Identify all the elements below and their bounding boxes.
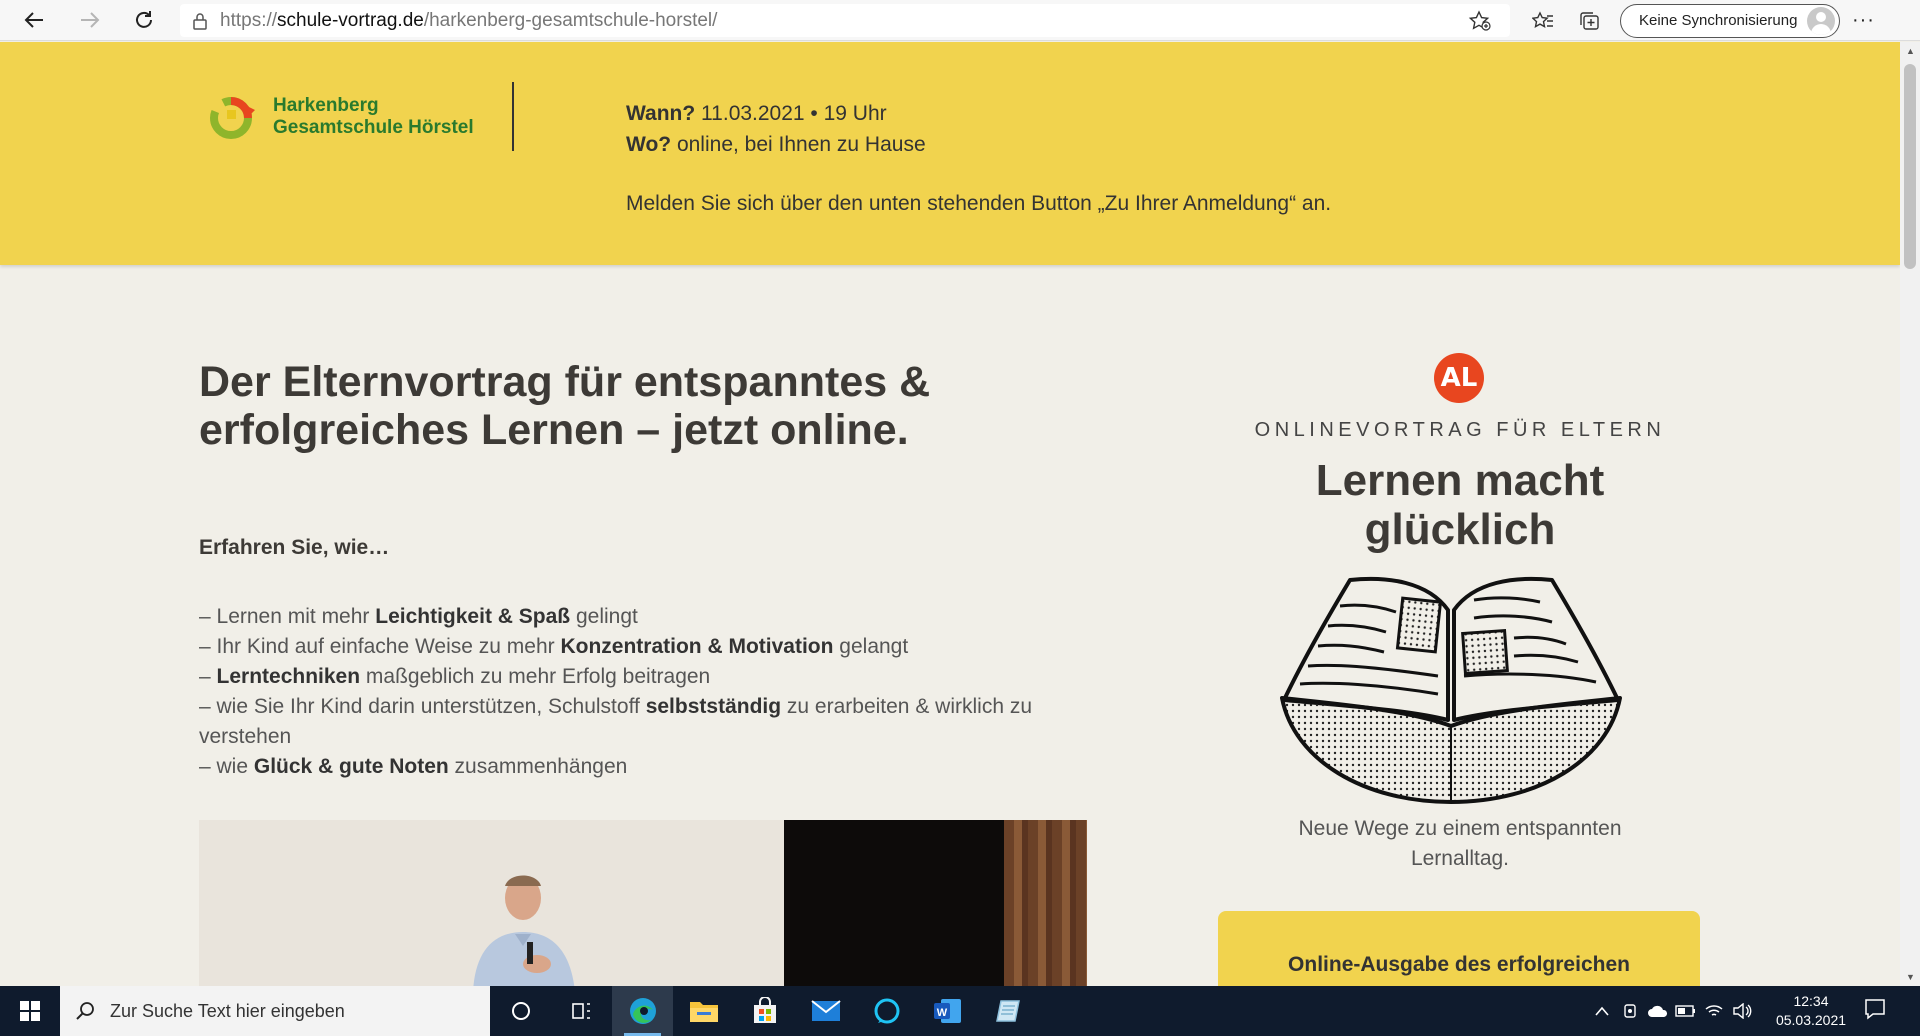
list-item: – Lerntechniken maßgeblich zu mehr Erfol…: [199, 665, 711, 688]
task-view-button[interactable]: [551, 986, 612, 1036]
event-header: Harkenberg Gesamtschule Hörstel Wann? 11…: [0, 42, 1900, 265]
folder-icon: [689, 1002, 718, 1022]
event-when: Wann? 11.03.2021 • 19 Uhr: [626, 98, 1331, 129]
add-favorite-icon[interactable]: [1468, 10, 1492, 38]
talk-title-line2: glücklich: [1364, 505, 1556, 554]
scrollbar-thumb[interactable]: [1904, 64, 1916, 269]
taskbar-notes[interactable]: [978, 986, 1039, 1036]
tagline-line2: Lernalltag.: [1410, 847, 1510, 870]
word-letter: W: [936, 1007, 947, 1019]
taskbar-search-box[interactable]: Zur Suche Text hier eingeben: [60, 986, 490, 1036]
headline-line1: Der Elternvortrag für entspanntes &: [199, 358, 931, 406]
collections-icon[interactable]: [1566, 3, 1612, 39]
forward-button[interactable]: [72, 2, 108, 38]
photo-curtain: [1004, 820, 1087, 986]
cortana-button[interactable]: [490, 986, 551, 1036]
taskbar-mail[interactable]: [795, 986, 856, 1036]
windows-taskbar: Zur Suche Text hier eingeben W 12:34 05.…: [0, 986, 1920, 1036]
intro-text: Erfahren Sie, wie…: [199, 536, 390, 559]
school-logo[interactable]: Harkenberg Gesamtschule Hörstel: [207, 92, 474, 142]
taskbar-store[interactable]: [734, 986, 795, 1036]
when-label: Wann?: [626, 102, 696, 125]
taskbar-alexa[interactable]: [856, 986, 917, 1036]
clock-date: 05.03.2021: [1775, 1012, 1847, 1028]
search-icon: [60, 1001, 110, 1021]
school-emblem-icon: [210, 97, 255, 139]
al-brand-logo: AL: [1434, 353, 1484, 403]
battery-icon[interactable]: [1672, 1005, 1700, 1017]
system-tray: [1588, 986, 1756, 1036]
photo-stage-background: [784, 820, 1004, 986]
clock-time: 12:34: [1793, 993, 1829, 1009]
open-book-icon: [1280, 576, 1622, 804]
talk-kicker: ONLINEVORTRAG FÜR ELTERN: [1254, 419, 1666, 441]
action-center-icon[interactable]: [1864, 998, 1886, 1025]
taskbar-file-explorer[interactable]: [673, 986, 734, 1036]
event-where: Wo? online, bei Ihnen zu Hause: [626, 129, 1331, 160]
list-item: – Lernen mit mehr Leichtigkeit & Spaß ge…: [199, 605, 638, 628]
refresh-button[interactable]: [126, 2, 162, 38]
windows-logo-icon: [20, 1001, 40, 1021]
url-prefix: https://: [220, 9, 278, 31]
address-bar[interactable]: https://schule-vortrag.de/harkenberg-ges…: [180, 4, 1510, 37]
talk-tagline: Neue Wege zu einem entspannten Lernallta…: [1218, 814, 1702, 874]
notepad-icon: [995, 1000, 1020, 1022]
back-button[interactable]: [16, 2, 52, 38]
where-value: online, bei Ihnen zu Hause: [671, 133, 926, 156]
onedrive-cloud-icon[interactable]: [1644, 1004, 1672, 1018]
back-arrow-icon: [24, 12, 43, 28]
page-scrollbar[interactable]: ▲ ▼: [1900, 42, 1920, 986]
list-item: – wie Sie Ihr Kind darin unterstützen, S…: [199, 695, 1033, 748]
start-button[interactable]: [0, 986, 60, 1036]
headline-line2: erfolgreiches Lernen – jetzt online.: [199, 406, 909, 454]
when-value: 11.03.2021 • 19 Uhr: [695, 102, 887, 125]
cta-heading: Online-Ausgabe des erfolgreichen: [1288, 953, 1630, 976]
wifi-icon[interactable]: [1700, 1003, 1728, 1019]
lock-icon: [180, 12, 220, 30]
chevron-up-icon[interactable]: [1588, 1006, 1616, 1016]
word-icon: W: [933, 999, 961, 1023]
mail-icon: [810, 1000, 841, 1021]
speaker-figure: [473, 875, 575, 986]
sync-label: Keine Synchronisierung: [1639, 12, 1798, 29]
school-name-line1: Harkenberg: [273, 95, 379, 116]
task-view-icon: [571, 1003, 590, 1019]
header-divider: [512, 82, 514, 151]
meet-now-icon[interactable]: [1616, 1003, 1644, 1019]
page-headline: Der Elternvortrag für entspanntes & erfo…: [199, 358, 1019, 454]
speaker-photo: [199, 820, 1087, 986]
refresh-icon: [136, 11, 152, 28]
volume-icon[interactable]: [1728, 1003, 1756, 1019]
where-label: Wo?: [626, 133, 672, 156]
registration-cta-box[interactable]: Online-Ausgabe des erfolgreichen: [1218, 911, 1700, 986]
alexa-icon: [874, 998, 899, 1024]
scroll-up-icon[interactable]: ▲: [1906, 46, 1915, 56]
talk-title-line1: Lernen macht: [1315, 456, 1605, 505]
url-path: /harkenberg-gesamtschule-horstel/: [423, 9, 718, 31]
main-content: Der Elternvortrag für entspanntes & erfo…: [0, 266, 1900, 986]
url-host: schule-vortrag.de: [277, 9, 424, 31]
sync-profile-button[interactable]: Keine Synchronisierung: [1620, 3, 1841, 38]
talk-title: Lernen macht glücklich: [1218, 456, 1702, 554]
tagline-line1: Neue Wege zu einem entspannten: [1298, 817, 1622, 840]
list-item: – Ihr Kind auf einfache Weise zu mehr Ko…: [199, 635, 909, 658]
taskbar-edge[interactable]: [612, 986, 673, 1036]
taskbar-word[interactable]: W: [917, 986, 978, 1036]
search-placeholder: Zur Suche Text hier eingeben: [110, 1000, 345, 1021]
store-bag-icon: [753, 997, 776, 1023]
cortana-icon: [511, 1002, 530, 1020]
register-hint: Melden Sie sich über den unten stehenden…: [626, 192, 1332, 215]
school-name-line2: Gesamtschule Hörstel: [273, 117, 474, 138]
favorites-icon[interactable]: [1520, 3, 1566, 39]
browser-toolbar: https://schule-vortrag.de/harkenberg-ges…: [0, 0, 1920, 41]
benefit-list: – Lernen mit mehr Leichtigkeit & Spaß ge…: [199, 602, 1089, 782]
event-info: Wann? 11.03.2021 • 19 Uhr Wo? online, be…: [626, 98, 1331, 219]
scroll-down-icon[interactable]: ▼: [1906, 972, 1915, 982]
forward-arrow-icon: [81, 12, 100, 28]
taskbar-clock[interactable]: 12:34 05.03.2021: [1766, 992, 1856, 1030]
avatar: [1807, 6, 1836, 35]
edge-browser-icon: [629, 998, 656, 1024]
more-options-icon[interactable]: ···: [1840, 9, 1886, 32]
list-item: – wie Glück & gute Noten zusammenhängen: [199, 755, 628, 778]
